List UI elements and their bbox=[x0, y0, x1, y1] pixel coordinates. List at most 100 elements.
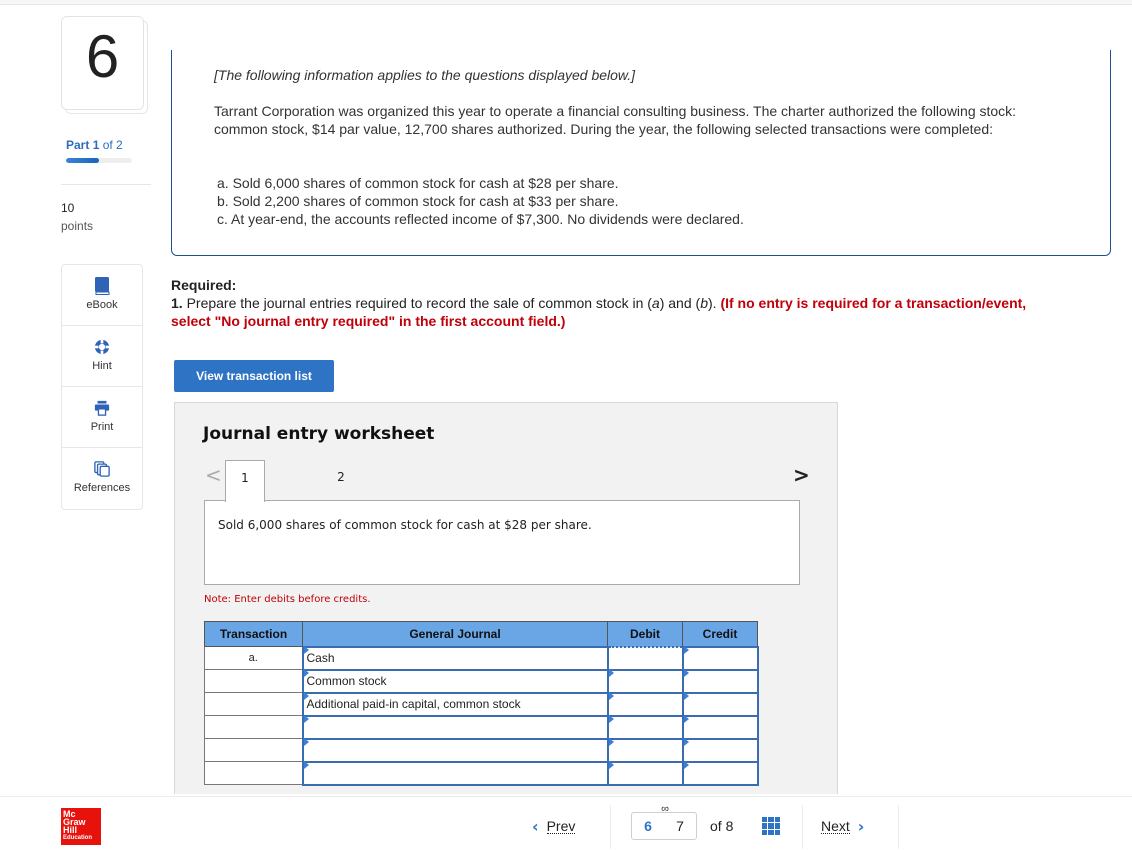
debit-input[interactable] bbox=[606, 668, 684, 694]
input-indicator-icon bbox=[608, 668, 614, 677]
references-label: References bbox=[73, 482, 131, 494]
required-section: Required: 1. Prepare the journal entries… bbox=[171, 276, 1031, 330]
page-total: of 8 bbox=[710, 818, 734, 834]
tools-panel: eBook Hint Print References bbox=[61, 264, 143, 510]
print-label: Print bbox=[90, 421, 114, 433]
part-label: Part 1 bbox=[66, 138, 100, 152]
top-bar bbox=[0, 0, 1132, 5]
account-select[interactable] bbox=[301, 760, 609, 786]
part-progress-fill bbox=[66, 158, 99, 163]
input-indicator-icon bbox=[683, 737, 689, 746]
account-select[interactable] bbox=[301, 714, 609, 740]
view-transaction-list-button[interactable]: View transaction list bbox=[174, 360, 334, 392]
input-indicator-icon bbox=[683, 645, 689, 654]
dropdown-indicator-icon bbox=[303, 645, 309, 654]
transaction-cell bbox=[204, 738, 303, 762]
dropdown-indicator-icon bbox=[303, 691, 309, 700]
dropdown-indicator-icon bbox=[303, 668, 309, 677]
debit-input[interactable] bbox=[606, 714, 684, 740]
worksheet-note: Note: Enter debits before credits. bbox=[204, 594, 371, 605]
credit-input[interactable] bbox=[681, 691, 759, 717]
dropdown-indicator-icon bbox=[303, 760, 309, 769]
journal-row bbox=[204, 714, 759, 740]
footer-separator bbox=[610, 805, 611, 849]
transaction-item: a. Sold 6,000 shares of common stock for… bbox=[217, 175, 619, 191]
ebook-button[interactable]: eBook bbox=[62, 265, 142, 326]
current-page: 6 bbox=[644, 818, 652, 834]
transaction-description: Sold 6,000 shares of common stock for ca… bbox=[204, 500, 800, 585]
journal-row: a. Cash bbox=[204, 645, 759, 671]
debit-input[interactable] bbox=[606, 645, 684, 671]
credit-input[interactable] bbox=[681, 714, 759, 740]
dropdown-indicator-icon bbox=[303, 714, 309, 723]
debit-input[interactable] bbox=[606, 737, 684, 763]
input-indicator-icon bbox=[683, 714, 689, 723]
column-header-credit: Credit bbox=[682, 621, 758, 647]
journal-entry-worksheet: Journal entry worksheet < 1 2 > Sold 6,0… bbox=[174, 402, 838, 794]
transaction-item: b. Sold 2,200 shares of common stock for… bbox=[217, 193, 619, 209]
print-button[interactable]: Print bbox=[62, 387, 142, 448]
transaction-cell bbox=[204, 669, 303, 693]
next-button[interactable]: Next › bbox=[821, 817, 864, 836]
footer-separator bbox=[802, 805, 803, 849]
account-select[interactable]: Common stock bbox=[301, 668, 609, 694]
chevron-right-icon: › bbox=[857, 817, 865, 836]
lifebuoy-icon bbox=[94, 339, 110, 355]
credit-input[interactable] bbox=[681, 760, 759, 786]
dropdown-indicator-icon bbox=[303, 737, 309, 746]
credit-input[interactable] bbox=[681, 668, 759, 694]
question-number: 6 bbox=[85, 23, 120, 90]
credit-input[interactable] bbox=[681, 737, 759, 763]
points-value: 10 bbox=[61, 201, 75, 215]
next-label: Next bbox=[821, 818, 850, 834]
transaction-cell: a. bbox=[204, 646, 303, 670]
input-indicator-icon bbox=[683, 760, 689, 769]
prev-button[interactable]: ‹ Prev bbox=[532, 817, 576, 836]
journal-table: Transaction General Journal Debit Credit… bbox=[204, 621, 759, 786]
transaction-cell bbox=[204, 715, 303, 739]
input-indicator-icon bbox=[683, 691, 689, 700]
grid-icon[interactable] bbox=[762, 817, 780, 835]
documents-icon bbox=[94, 461, 110, 477]
worksheet-prev-icon[interactable]: < bbox=[205, 463, 222, 487]
part-progress-bar bbox=[66, 158, 132, 163]
journal-row: Common stock bbox=[204, 668, 759, 694]
info-paragraph: Tarrant Corporation was organized this y… bbox=[214, 103, 1017, 137]
input-indicator-icon bbox=[608, 691, 614, 700]
page-input[interactable]: 7 bbox=[676, 818, 684, 834]
hint-label: Hint bbox=[92, 360, 112, 372]
account-select[interactable]: Cash bbox=[301, 645, 609, 671]
credit-input[interactable] bbox=[681, 645, 759, 671]
debit-input[interactable] bbox=[606, 691, 684, 717]
input-indicator-icon bbox=[683, 668, 689, 677]
footer-separator bbox=[898, 805, 899, 849]
page-selector[interactable]: 6 7 bbox=[631, 812, 697, 840]
printer-icon bbox=[94, 400, 110, 416]
input-indicator-icon bbox=[608, 760, 614, 769]
journal-row bbox=[204, 760, 759, 786]
account-select[interactable]: Additional paid-in capital, common stock bbox=[301, 691, 609, 717]
required-title: Required: bbox=[171, 277, 237, 293]
worksheet-next-icon[interactable]: > bbox=[793, 463, 810, 487]
debit-input[interactable] bbox=[606, 760, 684, 786]
transaction-cell bbox=[204, 761, 303, 785]
transaction-list: a. Sold 6,000 shares of common stock for… bbox=[217, 174, 744, 228]
hint-button[interactable]: Hint bbox=[62, 326, 142, 387]
worksheet-tab-2[interactable]: 2 bbox=[321, 460, 361, 501]
transaction-item: c. At year-end, the accounts reflected i… bbox=[217, 211, 744, 227]
journal-row bbox=[204, 737, 759, 763]
chevron-left-icon: ‹ bbox=[532, 817, 539, 836]
references-button[interactable]: References bbox=[62, 448, 142, 509]
input-indicator-icon bbox=[608, 714, 614, 723]
book-icon bbox=[95, 277, 110, 295]
column-header-debit: Debit bbox=[607, 621, 683, 647]
transaction-cell bbox=[204, 692, 303, 716]
required-text: 1. Prepare the journal entries required … bbox=[171, 295, 1027, 329]
worksheet-title: Journal entry worksheet bbox=[203, 424, 435, 444]
part-of: of 2 bbox=[102, 138, 123, 152]
account-select[interactable] bbox=[301, 737, 609, 763]
info-intro: [The following information applies to th… bbox=[214, 67, 636, 83]
worksheet-tab-1[interactable]: 1 bbox=[225, 460, 265, 502]
mcgraw-hill-logo: Mc Graw Hill Education bbox=[61, 808, 101, 845]
input-indicator-icon bbox=[608, 737, 614, 746]
